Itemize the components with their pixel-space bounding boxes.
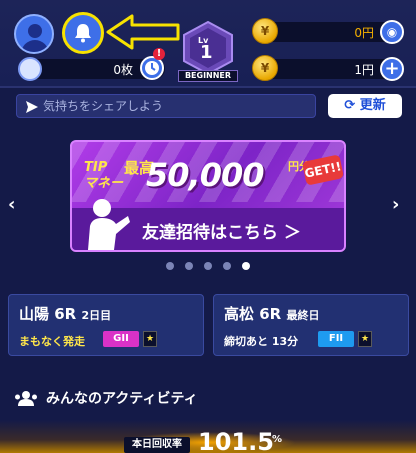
yen-coin-icon: ¥ [252, 55, 278, 81]
bell-icon [75, 24, 91, 43]
grade-badge: GII [103, 331, 139, 347]
rank-badge[interactable]: Lv 1 BEGINNER [178, 20, 238, 86]
race-title: 山陽 6R 2日目 [19, 303, 111, 324]
carousel-dots [166, 262, 250, 270]
share-input[interactable] [43, 95, 311, 117]
rank-name: BEGINNER [178, 70, 238, 82]
header-divider [0, 86, 416, 88]
return-rate-unit: % [272, 434, 283, 445]
users-icon [15, 391, 37, 406]
race-card-takamatsu[interactable]: 高松 6R 最終日 締切あと 13分 FII ★ [213, 294, 409, 356]
eye-off-icon: ◉ [386, 25, 398, 39]
share-input-box[interactable] [16, 94, 316, 118]
tip-money-value: 0円 [354, 26, 374, 40]
notification-bell-button[interactable] [62, 12, 104, 54]
carousel-dot[interactable] [166, 262, 174, 270]
refresh-icon: ⟳ [344, 98, 360, 113]
race-venue: 山陽 6R [19, 305, 77, 323]
race-card-sanyo[interactable]: 山陽 6R 2日目 まもなく発走 GII ★ [8, 294, 204, 356]
carousel-dot-active[interactable] [242, 262, 250, 270]
race-day: 最終日 [286, 309, 320, 322]
tip-coin-icon: ¥ [252, 18, 278, 44]
person-icon [88, 199, 130, 250]
rank-level: 1 [200, 42, 213, 63]
hide-balance-button[interactable]: ◉ [380, 20, 404, 44]
carousel-next-button[interactable]: › [392, 194, 399, 215]
alert-badge: ! [153, 48, 165, 60]
clock-icon [145, 61, 159, 75]
race-status: 締切あと 13分 [224, 335, 299, 348]
avatar-head [28, 24, 42, 38]
invite-label: 友達招待はこちら ＞ [142, 223, 301, 243]
carousel-dot[interactable] [223, 262, 231, 270]
activity-title: みんなのアクティビティ [46, 391, 198, 407]
coupon-icon [18, 57, 42, 81]
star-icon: ★ [358, 331, 372, 347]
carousel-dot[interactable] [204, 262, 212, 270]
avatar-shoulders [21, 40, 49, 52]
return-rate-value: 101.5 [198, 428, 274, 453]
yen-money-value: 1円 [354, 63, 374, 77]
star-icon: ★ [143, 331, 157, 347]
annotation-arrow-icon [106, 14, 180, 50]
add-money-button[interactable]: + [380, 57, 404, 81]
banner-tip-label: TIP マネー [84, 160, 124, 191]
refresh-label: 更新 [359, 98, 386, 113]
carousel-prev-button[interactable]: ‹ [8, 194, 15, 215]
banner-amount: 50,000 [146, 156, 264, 194]
return-rate-label: 本日回収率 [124, 437, 190, 453]
avatar[interactable] [14, 14, 54, 54]
plus-icon: + [384, 58, 400, 79]
invite-banner[interactable]: TIP マネー 最高 50,000 円分 GET!! 友達招待はこちら ＞ [70, 140, 346, 252]
race-day: 2日目 [81, 309, 112, 322]
race-venue: 高松 6R [224, 305, 282, 323]
race-status: まもなく発走 [19, 335, 85, 348]
race-title: 高松 6R 最終日 [224, 303, 319, 324]
refresh-button[interactable]: ⟳ 更新 [328, 94, 402, 118]
coupon-count: 0枚 [113, 63, 133, 77]
send-icon [26, 101, 38, 113]
carousel-dot[interactable] [185, 262, 193, 270]
grade-badge: FII [318, 331, 354, 347]
